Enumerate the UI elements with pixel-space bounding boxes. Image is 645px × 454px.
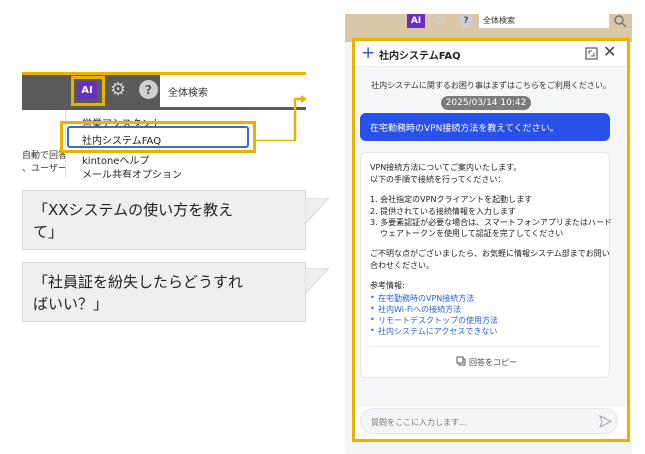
bubble-1-line1: 「XXシステムの使い方を教え xyxy=(33,201,234,219)
intro-text: 社内システムに関するお困り事はまずはこちらをご利用ください。 xyxy=(371,81,611,90)
copy-answer-button[interactable]: 回答をコピー xyxy=(469,357,517,368)
ref-title: 参考情報: xyxy=(370,281,405,290)
bubble-2-line1: 「社員証を紛失したらどうすれ xyxy=(33,273,244,291)
ai-icon[interactable]: AI xyxy=(77,81,97,99)
ref-link-3[interactable]: リモートデスクトップの使用方法 xyxy=(378,315,498,326)
bubble-1-line2: て」 xyxy=(33,223,64,241)
gear-icon[interactable]: ⚙ xyxy=(433,11,446,29)
divider xyxy=(370,346,600,347)
user-message: 在宅勤務時のVPN接続方法を教えてください。 xyxy=(360,113,610,141)
menu-item-kintone-help[interactable]: kintoneヘルプ xyxy=(82,152,149,167)
top-search-label[interactable]: 全体検索 xyxy=(479,14,609,28)
bubble-1-tail xyxy=(305,198,329,224)
help-icon[interactable]: ? xyxy=(459,14,473,28)
ai-icon[interactable]: AI xyxy=(407,14,425,28)
reply-closing-1: ご不明な点がございましたら、お気軽に情報システム部までお問い xyxy=(370,249,610,258)
ref-bullet-3: • xyxy=(370,315,375,324)
faq-highlight-frame xyxy=(60,121,256,153)
chat-header: + 社内システムFAQ ✕ xyxy=(355,41,627,67)
question-input[interactable]: 質問をここに入力します... xyxy=(360,408,618,434)
close-icon[interactable]: ✕ xyxy=(603,42,616,61)
menu-item-mail[interactable]: メール共有オプション xyxy=(82,168,182,178)
ref-link-4[interactable]: 社内システムにアクセスできない xyxy=(378,326,497,337)
expand-icon[interactable] xyxy=(585,47,598,60)
reply-step-1: 1. 会社指定のVPNクライアントを起動します xyxy=(370,195,533,204)
bot-reply-card: VPN接続方法についてご案内いたします。 以下の手順で接続を行ってください： 1… xyxy=(360,152,612,378)
reply-closing-2: 合わせください。 xyxy=(370,261,434,270)
ref-link-1[interactable]: 在宅勤務時のVPN接続方法 xyxy=(378,293,474,304)
bubble-2-tail xyxy=(305,268,329,294)
gear-icon[interactable]: ⚙ xyxy=(110,79,126,100)
ref-bullet-4: • xyxy=(370,326,375,335)
send-icon[interactable] xyxy=(599,415,612,428)
connector-arrow-icon xyxy=(255,95,307,141)
ref-bullet-2: • xyxy=(370,304,375,313)
ref-link-2[interactable]: 社内Wi-Fiへの接続方法 xyxy=(378,304,461,315)
input-placeholder: 質問をここに入力します... xyxy=(371,418,467,427)
reply-step-2: 2. 提供されている接続情報を入力します xyxy=(370,207,516,216)
search-icon[interactable] xyxy=(613,14,627,28)
bubble-2-line2: ばいい？」 xyxy=(33,295,109,313)
copy-icon[interactable] xyxy=(456,356,466,366)
speech-bubble-1: 「XXシステムの使い方を教え て」 xyxy=(22,190,306,250)
reply-line-1: VPN接続方法についてご案内いたします。 xyxy=(370,163,522,172)
speech-bubble-2: 「社員証を紛失したらどうすれ ばいい？」 xyxy=(22,262,306,322)
search-label: 全体検索 xyxy=(168,88,208,99)
date-pill: 2025/03/14 10:42 xyxy=(441,96,531,110)
help-icon[interactable]: ? xyxy=(139,80,158,99)
reply-step-3: 3. 多要素認証が必要な場合は、スマートフォンアプリまたはハード xyxy=(370,218,612,227)
plus-icon[interactable]: + xyxy=(361,43,375,63)
reply-line-2: 以下の手順で接続を行ってください： xyxy=(370,175,506,184)
reply-step-3b: ウェアトークンを使用して認証を完了してください xyxy=(380,229,564,238)
ref-bullet-1: • xyxy=(370,293,375,302)
chat-title: 社内システムFAQ xyxy=(379,51,461,62)
